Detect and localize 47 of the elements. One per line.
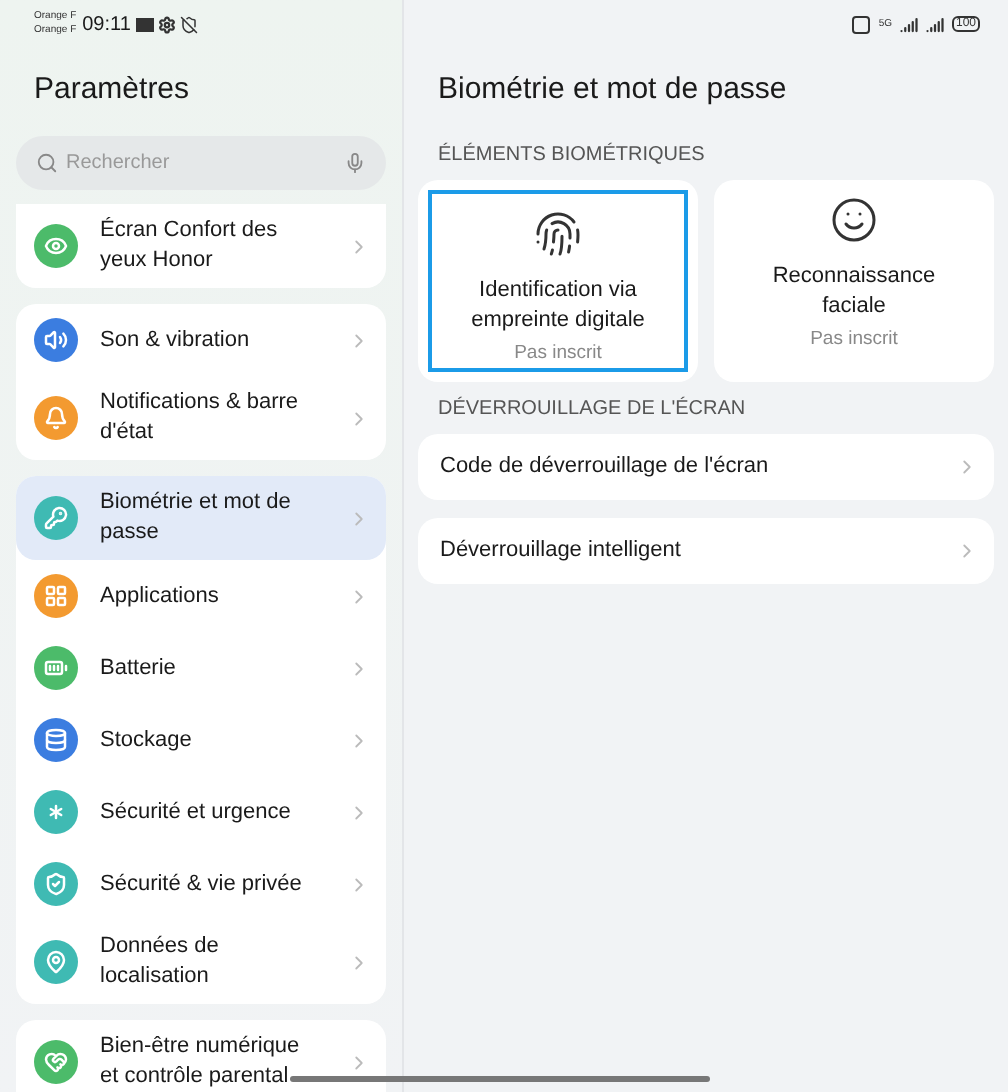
- sidebar-item[interactable]: Notifications & barre d'état: [16, 376, 386, 460]
- sidebar-item[interactable]: Son & vibration: [16, 304, 386, 376]
- card-title: Identification via empreinte digitale: [469, 276, 647, 336]
- card-status: Pas inscrit: [810, 326, 898, 354]
- search-icon: [36, 152, 58, 174]
- screen-icon: [136, 17, 155, 31]
- signal-icon: [899, 15, 918, 33]
- item-label: Biométrie et mot de passe: [100, 488, 293, 548]
- item-label: Notifications & barre d'état: [100, 388, 301, 448]
- signal-icon: [925, 15, 944, 33]
- clock: 09:11: [82, 11, 131, 39]
- section-header: ÉLÉMENTS BIOMÉTRIQUES: [436, 140, 707, 170]
- row-label: Code de déverrouillage de l'écran: [440, 452, 771, 483]
- smiley-face-icon: [830, 196, 878, 244]
- row-label: Déverrouillage intelligent: [440, 536, 683, 567]
- item-label: Données de localisation: [100, 932, 221, 992]
- settings-row[interactable]: Déverrouillage intelligent: [418, 518, 994, 584]
- shield-icon: [180, 15, 199, 33]
- sidebar-item[interactable]: Applications: [16, 560, 386, 632]
- sidebar-item[interactable]: Sécurité & vie privée: [16, 848, 386, 920]
- sidebar-item[interactable]: Sécurité et urgence: [16, 776, 386, 848]
- card-status: Pas inscrit: [514, 340, 602, 368]
- item-label: Applications: [100, 581, 221, 611]
- item-label: Stockage: [100, 725, 194, 755]
- item-label: Batterie: [100, 653, 178, 683]
- sidebar-item[interactable]: Stockage: [16, 704, 386, 776]
- page-title: Biométrie et mot de passe: [438, 69, 787, 110]
- fingerprint-icon: [534, 210, 582, 258]
- item-label: Son & vibration: [100, 325, 252, 355]
- microphone-icon: [344, 152, 366, 174]
- section-header: DÉVERROUILLAGE DE L'ÉCRAN: [436, 394, 748, 424]
- sidebar-item[interactable]: Données de localisation: [16, 920, 386, 1004]
- item-label: Écran Confort des yeux Honor: [100, 216, 280, 276]
- biometric-card[interactable]: Identification via empreinte digitale Pas inscrit: [418, 180, 698, 382]
- card-title: Reconnaissance faciale: [770, 262, 938, 322]
- page-title: Paramètres: [34, 69, 190, 110]
- item-label: Bien-être numérique et contrôle parental: [100, 1032, 302, 1092]
- item-label: Sécurité et urgence: [100, 797, 293, 827]
- sidebar-item[interactable]: Biométrie et mot de passe: [16, 476, 386, 560]
- navigation-handle[interactable]: [290, 1076, 710, 1082]
- search-field[interactable]: Rechercher: [16, 136, 386, 190]
- biometric-card[interactable]: Reconnaissance faciale Pas inscrit: [714, 180, 994, 382]
- sidebar-item[interactable]: Écran Confort des yeux Honor: [16, 204, 386, 288]
- sidebar-item[interactable]: Batterie: [16, 632, 386, 704]
- item-label: Sécurité & vie privée: [100, 869, 304, 899]
- gear-icon: [158, 15, 177, 33]
- settings-row[interactable]: Code de déverrouillage de l'écran: [418, 434, 994, 500]
